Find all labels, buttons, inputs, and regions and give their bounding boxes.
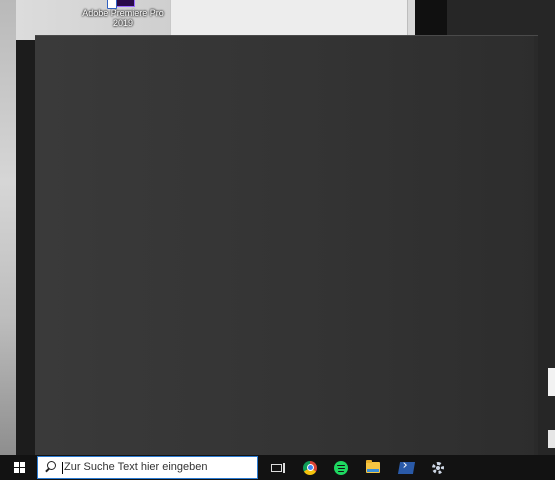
desktop-icon-premiere-pro[interactable]: Adobe Premiere Pro 2019 — [78, 0, 168, 28]
gear-icon — [432, 461, 444, 474]
search-input[interactable]: Zur Suche Text hier eingeben — [62, 461, 208, 474]
taskbar-file-explorer-button[interactable] — [363, 455, 383, 480]
taskbar-chrome-button[interactable] — [300, 455, 320, 480]
background-dark-panel — [447, 0, 555, 40]
search-icon — [42, 456, 60, 479]
search-placeholder: Zur Suche Text hier eingeben — [64, 461, 208, 474]
folder-icon — [366, 460, 380, 473]
taskbar-spotify-button[interactable] — [331, 455, 351, 480]
spotify-icon — [334, 460, 348, 475]
desktop-icon-label: Adobe Premiere Pro 2019 — [82, 8, 164, 28]
background-window — [170, 0, 416, 40]
taskbar-search-box[interactable]: Zur Suche Text hier eingeben — [37, 456, 258, 479]
start-button[interactable] — [7, 455, 31, 480]
background-window-edge — [548, 368, 555, 396]
powershell-icon — [397, 461, 415, 474]
taskbar-powershell-button[interactable] — [396, 455, 416, 480]
task-view-icon — [270, 462, 285, 473]
windows-icon — [13, 462, 25, 473]
task-view-button[interactable] — [268, 455, 285, 480]
chrome-icon — [303, 460, 317, 475]
desktop-background-left — [0, 0, 16, 455]
text-cursor — [62, 461, 63, 474]
main-window[interactable] — [35, 35, 538, 456]
taskbar-settings-button[interactable] — [428, 455, 448, 480]
background-window-edge-lower — [548, 430, 555, 448]
premiere-pro-icon — [107, 0, 135, 9]
